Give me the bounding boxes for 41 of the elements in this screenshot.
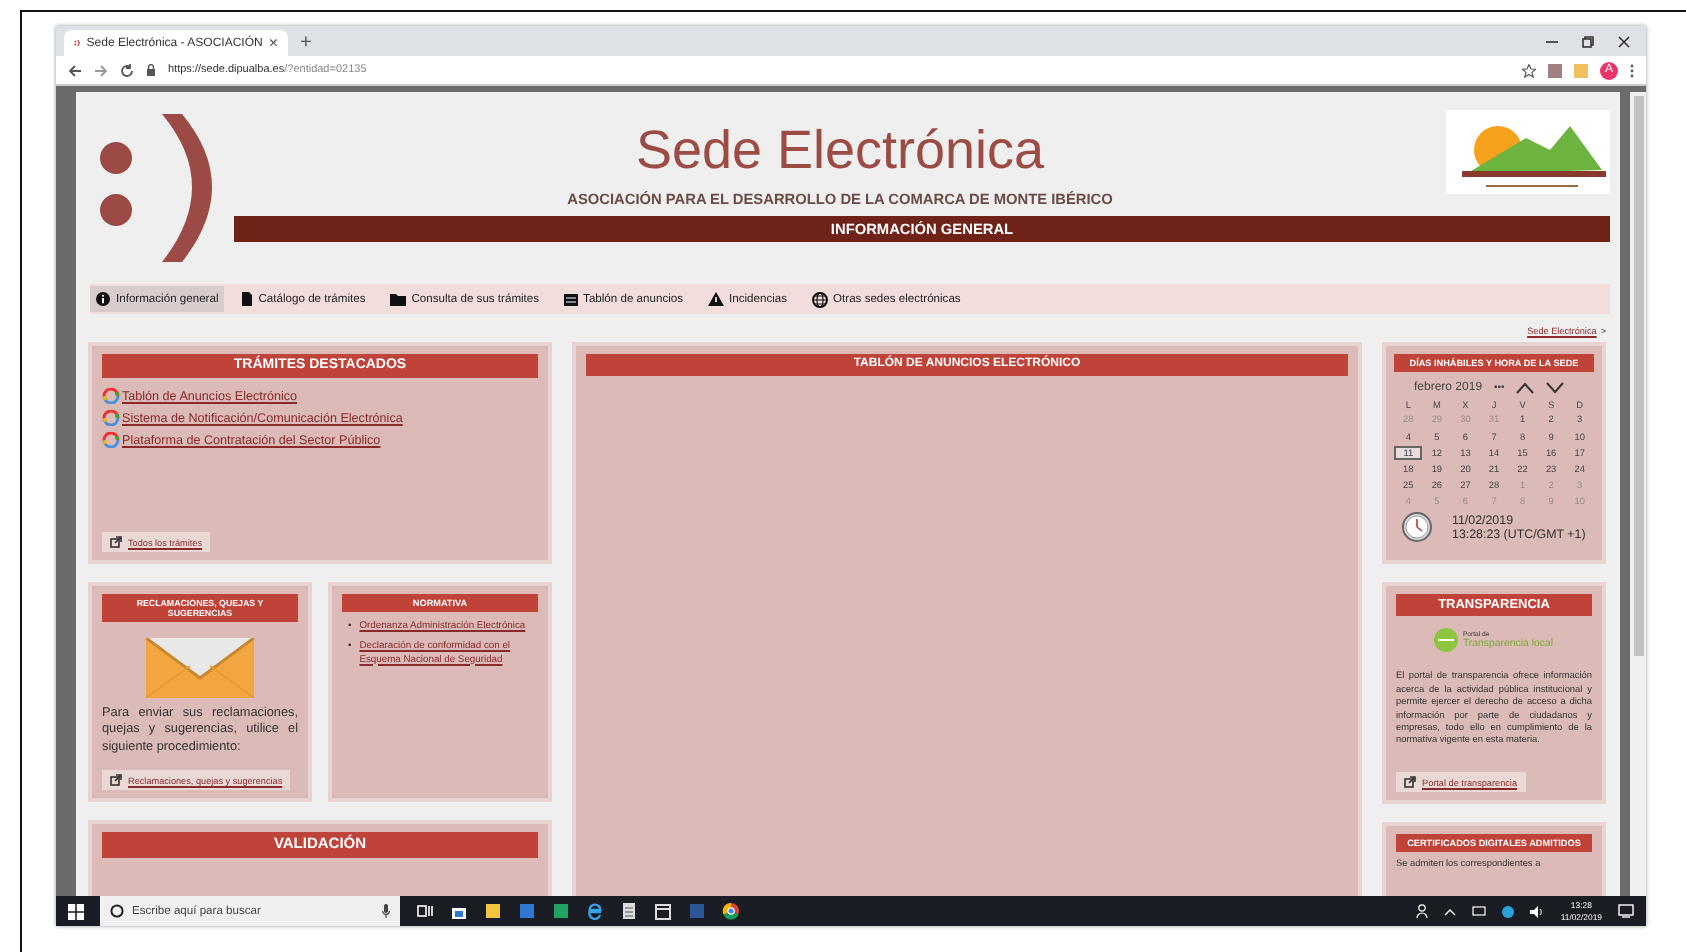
calculator-icon[interactable] (620, 902, 638, 920)
star-icon[interactable] (1522, 63, 1536, 77)
windows-start-icon[interactable] (68, 903, 84, 919)
new-tab-button[interactable]: + (300, 34, 312, 54)
external-link-icon (1404, 776, 1416, 788)
speaker-icon[interactable] (1530, 905, 1545, 917)
smiley-favicon-icon (74, 36, 81, 50)
microphone-icon (382, 904, 390, 918)
envelope-icon (146, 638, 254, 699)
task-view-icon[interactable] (416, 902, 434, 920)
back-arrow-icon[interactable] (68, 63, 82, 77)
lock-icon (146, 64, 156, 76)
globe-icon (811, 291, 828, 307)
warning-icon (707, 292, 724, 306)
external-link-icon (110, 774, 122, 786)
portal-logo-icon (1434, 628, 1459, 653)
browser-e-icon[interactable] (586, 902, 604, 920)
chrome-browser-icon[interactable] (722, 902, 740, 920)
close-icon[interactable] (1618, 35, 1630, 47)
external-link-icon (110, 536, 122, 548)
chevron-up-icon[interactable] (1516, 382, 1535, 395)
notification-icon[interactable] (1618, 904, 1634, 918)
colorful-swirl-icon (102, 432, 120, 449)
site-title: Sede Electrónica (635, 124, 1045, 178)
tab-close-button[interactable]: × (268, 35, 278, 51)
person-icon[interactable] (1416, 904, 1429, 918)
colorful-swirl-icon (102, 410, 120, 427)
document-icon (242, 292, 253, 306)
mountain-sun-logo-icon (1446, 110, 1610, 194)
scrollbar[interactable] (1630, 92, 1646, 896)
search-circle-icon (110, 904, 124, 918)
clock-icon (1402, 512, 1432, 543)
board-icon (563, 293, 578, 305)
reload-icon[interactable] (120, 63, 134, 77)
minimize-icon[interactable] (1546, 35, 1558, 47)
forward-arrow-icon[interactable] (94, 63, 108, 77)
calendar-app-icon[interactable] (654, 902, 672, 920)
chevron-down-icon[interactable] (1546, 382, 1565, 395)
info-icon (96, 292, 110, 306)
colorful-swirl-icon (102, 388, 120, 405)
restore-icon[interactable] (1582, 35, 1594, 47)
